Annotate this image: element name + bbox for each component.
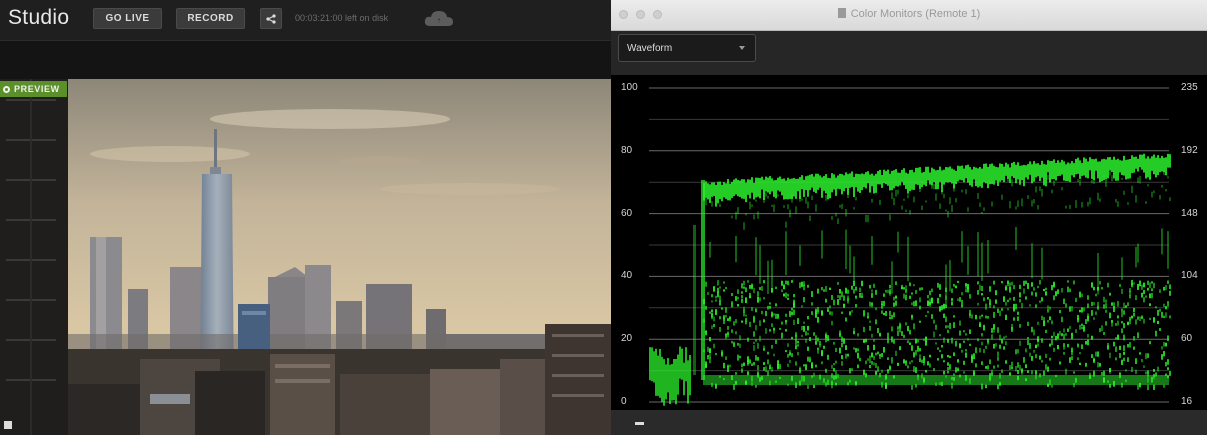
preview-indicator-icon bbox=[3, 85, 10, 93]
scroll-thumb[interactable] bbox=[635, 422, 644, 425]
studio-subbar bbox=[0, 41, 611, 79]
studio-panel: Studio GO LIVE RECORD 00:03:21:00 left o… bbox=[0, 0, 611, 435]
chevron-down-icon bbox=[739, 46, 745, 50]
scale-label-percent: 40 bbox=[621, 270, 633, 282]
share-button[interactable] bbox=[260, 8, 282, 29]
scale-label-percent: 80 bbox=[621, 144, 633, 156]
document-icon bbox=[837, 8, 846, 18]
svg-text:⇡: ⇡ bbox=[436, 18, 441, 25]
go-live-button[interactable]: GO LIVE bbox=[93, 8, 162, 29]
monitor-toolbar: Waveform bbox=[611, 31, 1207, 75]
monitor-mode-value: Waveform bbox=[627, 42, 673, 54]
scale-label-code: 235 bbox=[1181, 82, 1198, 93]
window-titlebar: Color Monitors (Remote 1) bbox=[611, 0, 1207, 31]
scale-label-percent: 60 bbox=[621, 207, 633, 219]
monitor-mode-select[interactable]: Waveform bbox=[618, 34, 756, 62]
preview-badge: PREVIEW bbox=[0, 81, 67, 97]
cloud-icon[interactable]: ⇡ bbox=[424, 9, 454, 27]
share-icon bbox=[266, 13, 276, 24]
corner-handle-icon[interactable] bbox=[4, 421, 12, 429]
scale-label-percent: 20 bbox=[621, 333, 633, 345]
scale-label-code: 16 bbox=[1181, 396, 1193, 407]
scrollbar[interactable] bbox=[611, 410, 1207, 435]
scale-label-code: 192 bbox=[1181, 144, 1198, 156]
scale-label-percent: 0 bbox=[621, 396, 627, 407]
app-title: Studio bbox=[8, 6, 70, 29]
waveform-plot bbox=[649, 87, 1171, 406]
scale-label-code: 148 bbox=[1181, 207, 1198, 219]
waveform-trace bbox=[649, 153, 1171, 406]
window-title: Color Monitors (Remote 1) bbox=[611, 8, 1207, 20]
scale-label-percent: 100 bbox=[621, 82, 638, 93]
color-monitors-window: Color Monitors (Remote 1) Waveform 100 80… bbox=[611, 0, 1207, 435]
record-button[interactable]: RECORD bbox=[176, 8, 245, 29]
preview-video[interactable]: PREVIEW bbox=[0, 79, 611, 435]
waveform-scope: 100 80 60 40 20 0 235 192 148 104 60 16 bbox=[611, 75, 1207, 410]
window-title-text: Color Monitors (Remote 1) bbox=[850, 8, 981, 20]
scale-label-code: 60 bbox=[1181, 333, 1193, 345]
studio-toolbar: Studio GO LIVE RECORD 00:03:21:00 left o… bbox=[0, 0, 611, 41]
disk-space-remaining: 00:03:21:00 left on disk bbox=[295, 13, 389, 23]
preview-label: PREVIEW bbox=[14, 84, 60, 94]
scale-label-code: 104 bbox=[1181, 270, 1198, 282]
skyline-scene bbox=[0, 79, 611, 435]
